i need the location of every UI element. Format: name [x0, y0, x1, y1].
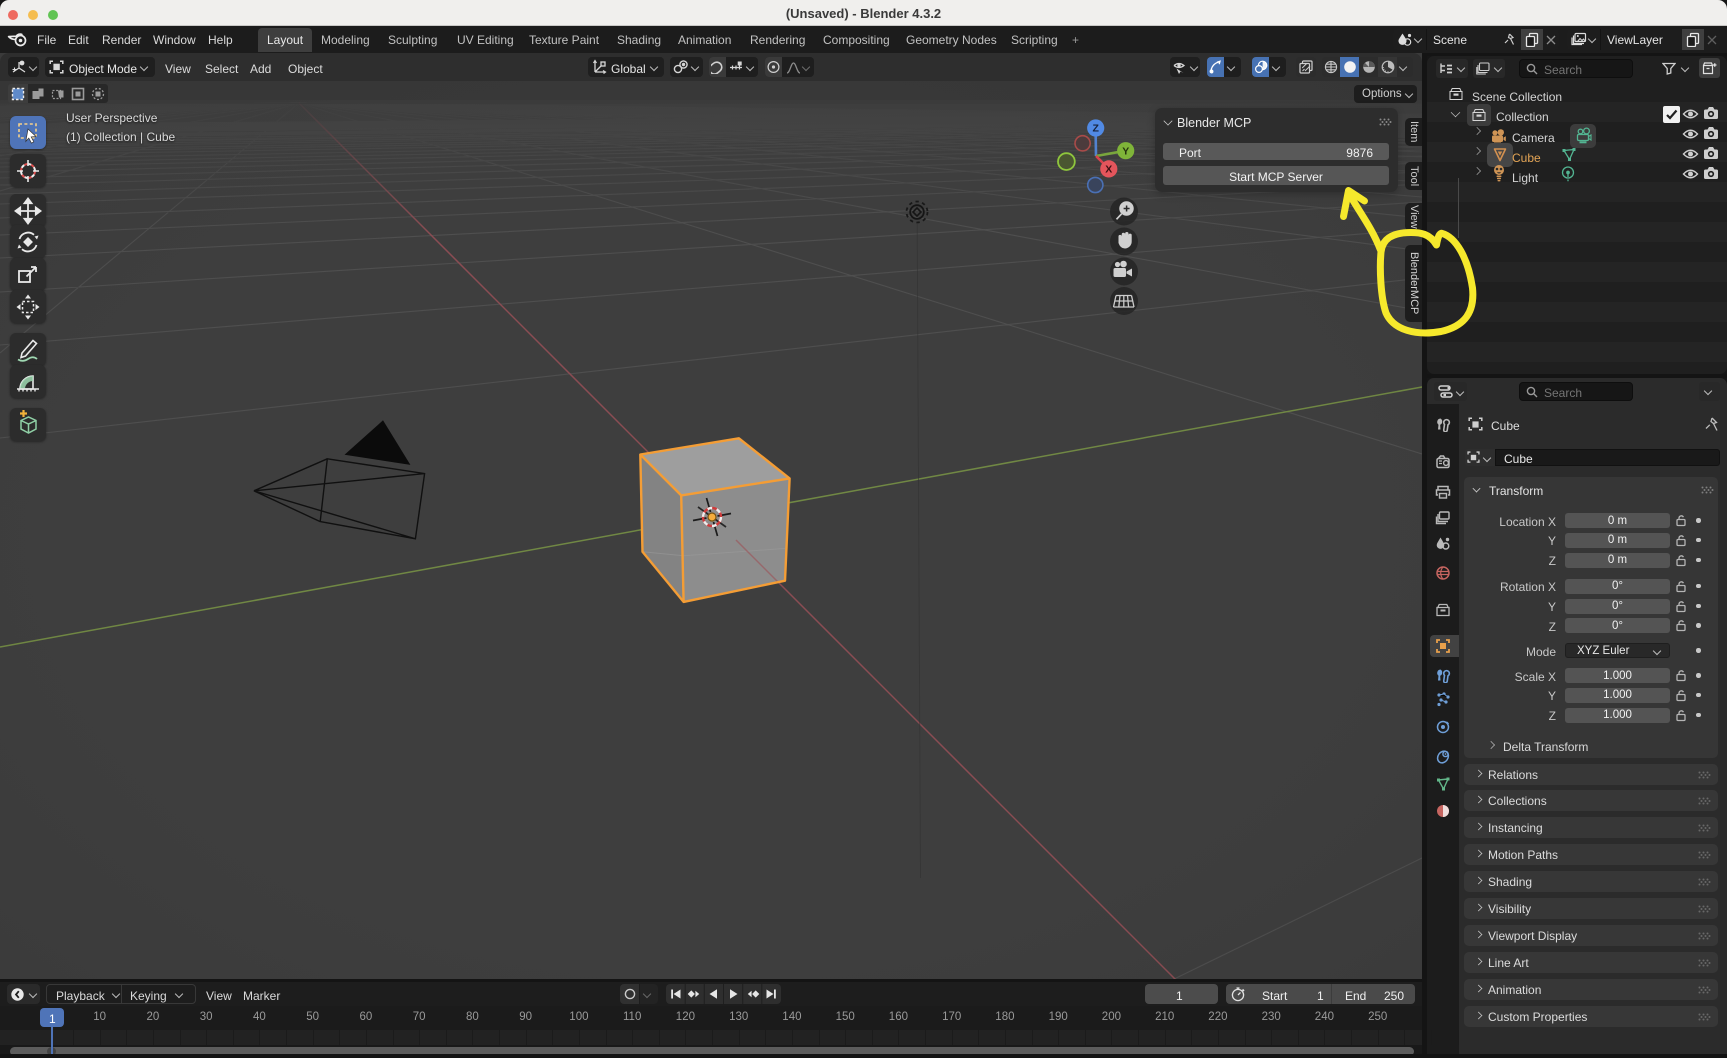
- svg-text:Z: Z: [1092, 123, 1099, 135]
- svg-text:Y: Y: [1122, 145, 1129, 157]
- svg-text:X: X: [1105, 164, 1112, 176]
